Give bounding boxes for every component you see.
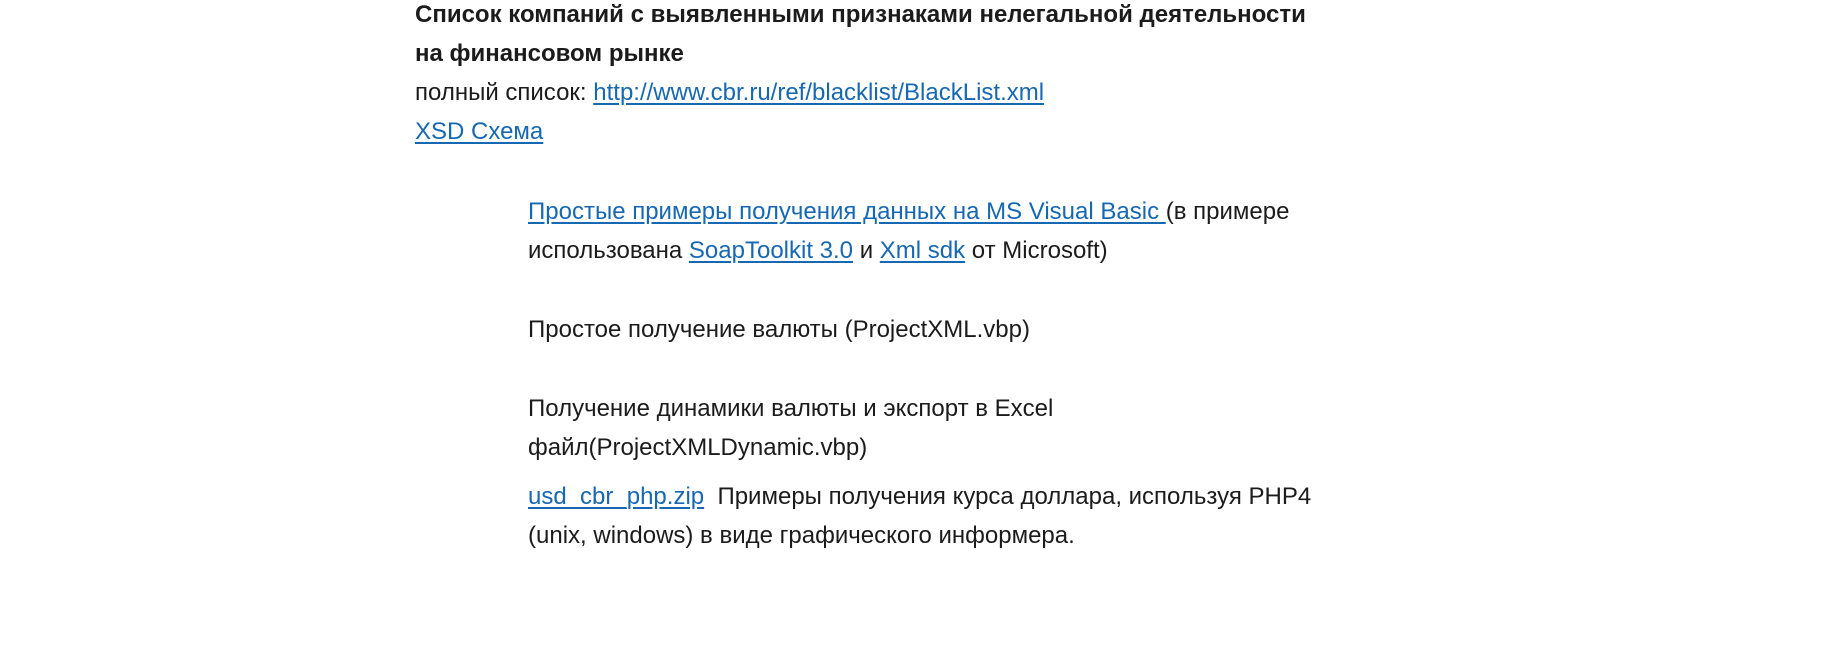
dynamic-currency-line1: Получение динамики валюты и экспорт в Ex… [528, 395, 1054, 422]
full-list-label: полный список: [415, 79, 594, 106]
full-list-line: полный список: http://www.cbr.ru/ref/bla… [415, 73, 1415, 112]
blacklist-section: Список компаний с выявленными признаками… [415, 0, 1415, 151]
and-text: и [853, 237, 880, 264]
blacklist-xml-link[interactable]: http://www.cbr.ru/ref/blacklist/BlackLis… [593, 79, 1044, 106]
xsd-line: XSD Схема [415, 112, 1415, 151]
dynamic-currency-line2: файл(ProjectXMLDynamic.vbp) [528, 434, 868, 461]
section-title-line2: на финансовом рынке [415, 40, 684, 67]
php-zip-link[interactable]: usd_cbr_php.zip [528, 483, 704, 510]
vb-examples-paragraph: Простые примеры получения данных на MS V… [528, 192, 1388, 270]
php-description-line1: Примеры получения курса доллара, использ… [704, 483, 1312, 510]
dynamic-currency-paragraph: Получение динамики валюты и экспорт в Ex… [528, 389, 1388, 467]
simple-currency-paragraph: Простое получение валюты (ProjectXML.vbp… [528, 310, 1388, 349]
vb-note-text: (в примере [1165, 198, 1290, 225]
php-description-line2: (unix, windows) в виде графического инфо… [528, 522, 1075, 549]
section-title-line1: Список компаний с выявленными признаками… [415, 1, 1306, 28]
vb-examples-link[interactable]: Простые примеры получения данных на MS V… [528, 198, 1166, 225]
soaptoolkit-link[interactable]: SoapToolkit 3.0 [689, 237, 853, 264]
from-microsoft-text: от Microsoft) [965, 237, 1108, 264]
vb-used-text: использована [528, 237, 689, 264]
xml-sdk-link[interactable]: Xml sdk [880, 237, 965, 264]
xsd-schema-link[interactable]: XSD Схема [415, 118, 543, 145]
simple-currency-text: Простое получение валюты (ProjectXML.vbp… [528, 316, 1030, 343]
php-examples-paragraph: usd_cbr_php.zip Примеры получения курса … [528, 477, 1388, 555]
